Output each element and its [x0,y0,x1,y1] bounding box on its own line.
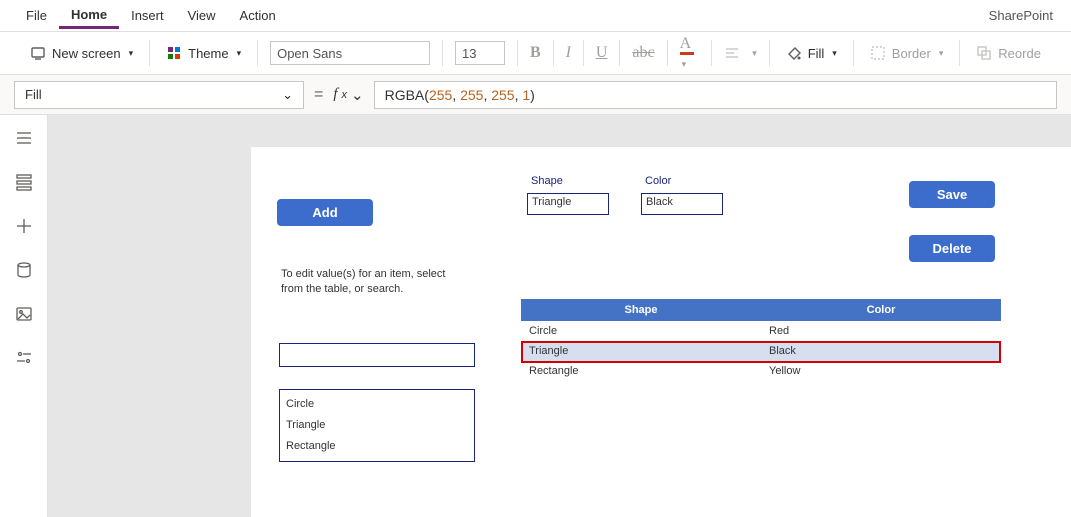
search-input[interactable] [279,343,475,367]
property-selector[interactable]: Fill ⌄ [14,81,304,109]
reorder-icon [976,45,992,61]
menu-bar: File Home Insert View Action SharePoint [0,0,1071,32]
hamburger-icon[interactable] [15,129,33,147]
formula-input[interactable]: RGBA(255, 255, 255, 1) [374,81,1057,109]
col-header-shape: Shape [521,299,761,321]
formula-fn: RGBA [385,87,425,103]
font-size-select[interactable] [455,41,505,65]
delete-button[interactable]: Delete [909,235,995,262]
font-name-select[interactable] [270,41,430,65]
chevron-down-icon: ▾ [129,48,134,59]
new-screen-button[interactable]: New screen ▾ [26,43,137,63]
shape-listbox[interactable]: Circle Triangle Rectangle [279,389,475,462]
color-input[interactable]: Black [641,193,723,215]
settings-icon[interactable] [15,349,33,367]
list-item[interactable]: Triangle [286,415,468,436]
menu-action[interactable]: Action [228,4,288,27]
theme-label: Theme [188,46,228,61]
chevron-down-icon: ▾ [237,48,242,59]
border-icon [870,45,886,61]
save-button[interactable]: Save [909,181,995,208]
fill-label: Fill [808,46,825,61]
new-screen-label: New screen [52,46,121,61]
col-header-color: Color [761,299,1001,321]
bold-button[interactable]: B [530,45,541,61]
chevron-down-icon: ⌄ [282,87,293,103]
hint-text: To edit value(s) for an item, select fro… [281,267,451,297]
paint-bucket-icon [786,45,802,61]
formula-bar: Fill ⌄ = fx⌄ RGBA(255, 255, 255, 1) [0,75,1071,115]
menu-view[interactable]: View [176,4,228,27]
font-color-button[interactable]: A▾ [680,36,700,70]
data-table[interactable]: Shape Color Circle Red Triangle Black Re… [521,299,1001,381]
property-label: Fill [25,87,42,102]
workspace: Add Save Delete Shape Triangle Color Bla… [0,115,1071,517]
theme-icon [166,45,182,61]
insert-icon[interactable] [15,217,33,235]
chevron-down-icon: ▾ [939,48,944,59]
theme-button[interactable]: Theme ▾ [162,43,245,63]
equals-sign: = [314,86,323,104]
chevron-down-icon: ▾ [752,48,757,59]
align-icon[interactable] [724,45,740,61]
menu-file[interactable]: File [14,4,59,27]
border-label: Border [892,46,931,61]
strike-button[interactable]: abc [632,45,654,61]
shape-field-label: Shape [531,175,563,187]
table-row[interactable]: Circle Red [521,321,1001,341]
data-icon[interactable] [15,261,33,279]
reorder-label: Reorde [998,46,1041,61]
fx-button[interactable]: fx⌄ [333,86,363,104]
left-rail [0,115,48,517]
table-row[interactable]: Rectangle Yellow [521,361,1001,381]
brand-label: SharePoint [989,8,1057,23]
menu-home[interactable]: Home [59,3,119,29]
italic-button[interactable]: I [566,45,571,61]
tree-view-icon[interactable] [15,173,33,191]
border-button[interactable]: Border ▾ [866,43,948,63]
list-item[interactable]: Circle [286,394,468,415]
underline-button[interactable]: U [596,45,608,61]
media-icon[interactable] [15,305,33,323]
screen-icon [30,45,46,61]
reorder-button[interactable]: Reorde [972,43,1045,63]
ribbon: New screen ▾ Theme ▾ B I U abc A▾ ▾ [0,32,1071,75]
table-row[interactable]: Triangle Black [521,341,1001,361]
color-field-label: Color [645,175,671,187]
canvas-area: Add Save Delete Shape Triangle Color Bla… [48,115,1071,517]
chevron-down-icon: ▾ [832,48,837,59]
shape-input[interactable]: Triangle [527,193,609,215]
menu-insert[interactable]: Insert [119,4,176,27]
app-canvas[interactable]: Add Save Delete Shape Triangle Color Bla… [251,147,1071,517]
add-button[interactable]: Add [277,199,373,226]
fill-button[interactable]: Fill ▾ [782,43,841,63]
list-item[interactable]: Rectangle [286,436,468,457]
